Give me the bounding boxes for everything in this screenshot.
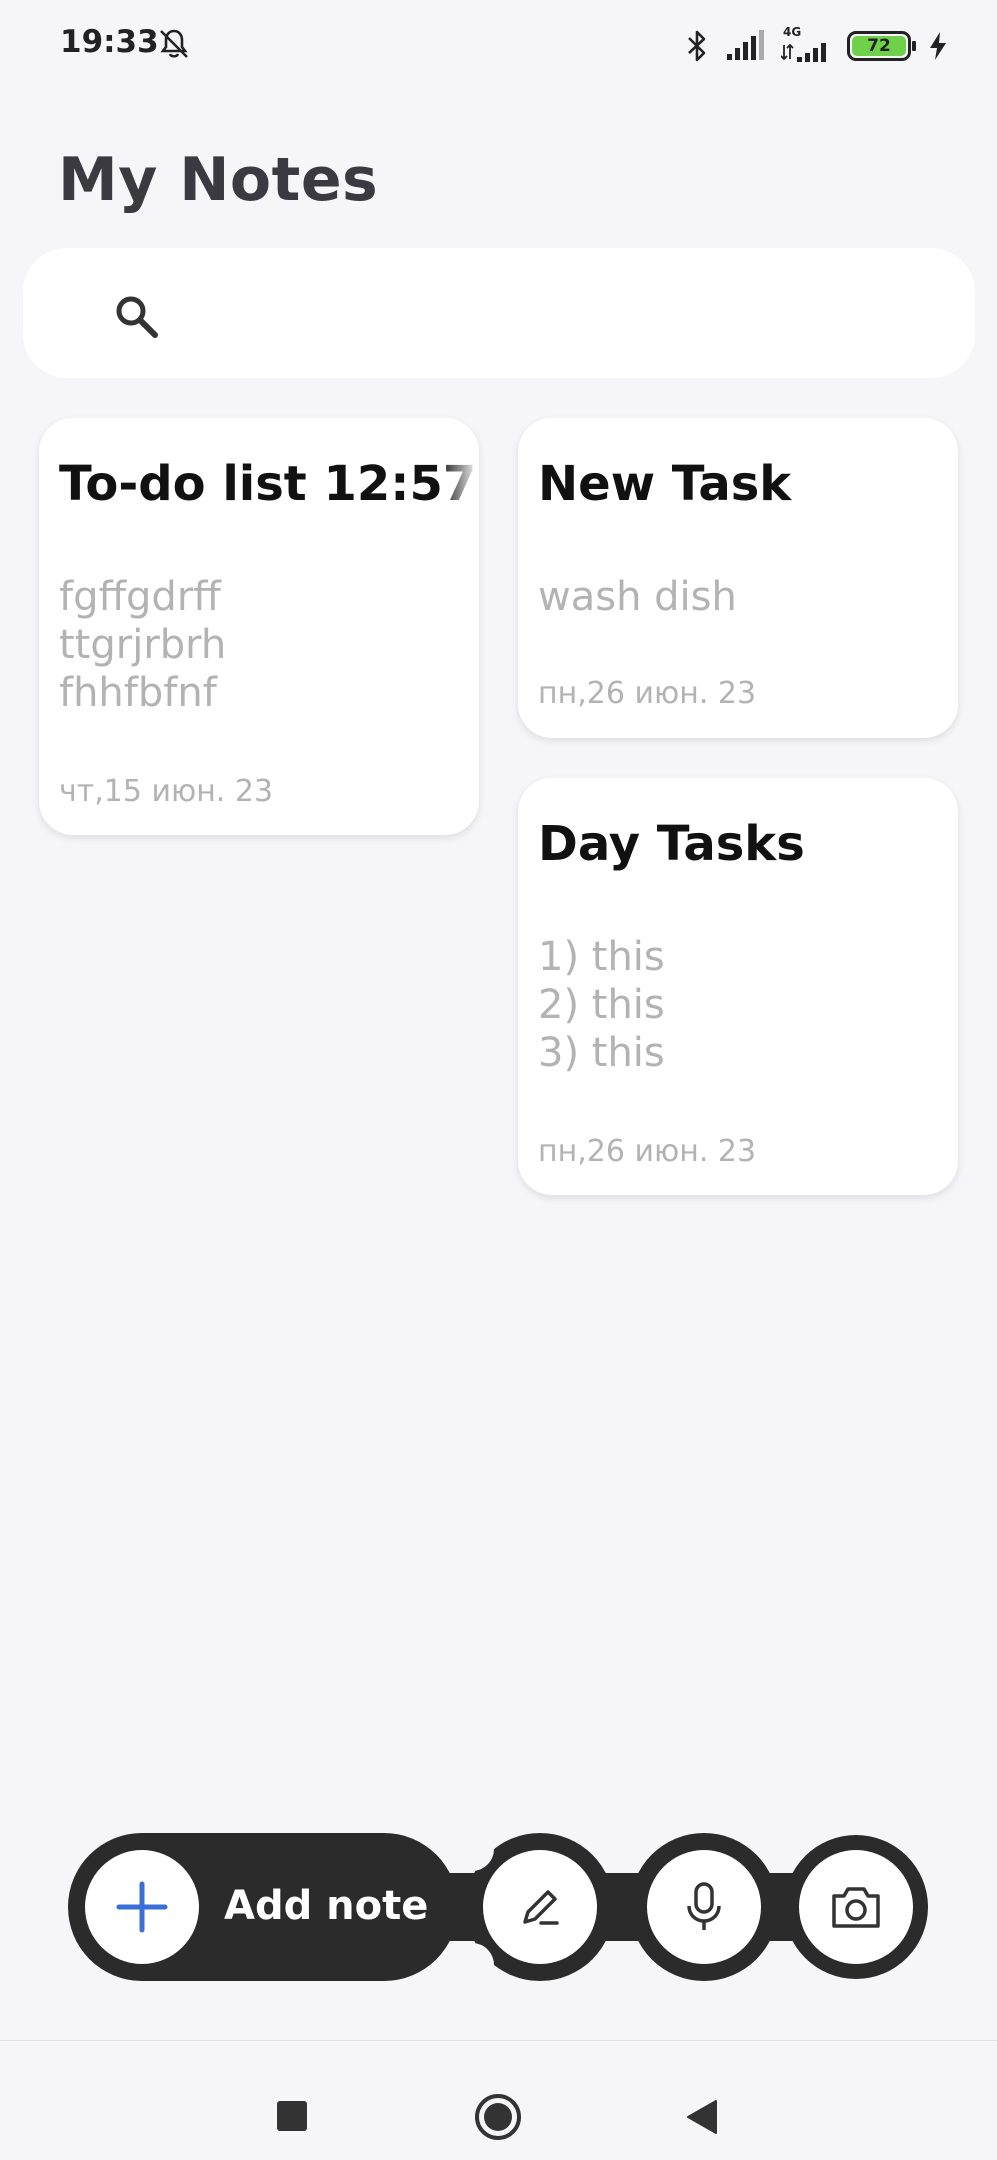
network-label: 4G bbox=[783, 25, 802, 39]
note-body-line: fgffgdrff bbox=[59, 574, 221, 620]
signal-4g-icon: 4G bbox=[781, 25, 831, 63]
camera-note-button[interactable] bbox=[799, 1850, 913, 1964]
page-title: My Notes bbox=[58, 145, 379, 215]
home-button[interactable] bbox=[475, 2094, 521, 2140]
note-body-line: fhhfbfnf bbox=[59, 670, 217, 716]
plus-icon bbox=[116, 1881, 168, 1933]
status-time: 19:33 bbox=[60, 24, 159, 60]
status-bar: 19:33 4G 72 bbox=[0, 0, 997, 90]
note-body: fgffgdrff ttgrjrbrh fhhfbfnf bbox=[59, 573, 226, 717]
note-body: wash dish bbox=[538, 573, 737, 621]
note-body-line: ttgrjrbrh bbox=[59, 622, 227, 668]
note-body-line: wash dish bbox=[538, 574, 737, 620]
note-title: New Task bbox=[538, 456, 792, 512]
recent-apps-button[interactable] bbox=[277, 2101, 307, 2131]
muted-bell-icon bbox=[160, 29, 188, 58]
system-navigation-bar bbox=[0, 2040, 997, 2160]
note-card[interactable]: New Task wash dish пн,26 июн. 23 bbox=[518, 418, 958, 738]
search-bar[interactable] bbox=[23, 248, 975, 378]
status-icons: 4G 72 bbox=[685, 25, 949, 66]
edit-note-button[interactable] bbox=[483, 1850, 597, 1964]
note-date: пн,26 июн. 23 bbox=[538, 1134, 757, 1169]
search-input[interactable] bbox=[183, 278, 943, 348]
microphone-icon bbox=[687, 1882, 721, 1930]
add-note-label[interactable]: Add note bbox=[224, 1883, 428, 1929]
bluetooth-icon bbox=[688, 30, 706, 62]
voice-note-button[interactable] bbox=[647, 1850, 761, 1964]
note-date: чт,15 июн. 23 bbox=[59, 774, 274, 809]
battery-icon: 72 bbox=[847, 31, 916, 61]
note-body-line: 2) this bbox=[538, 982, 665, 1028]
camera-icon bbox=[832, 1887, 880, 1928]
charging-icon bbox=[930, 32, 946, 60]
action-bar: Add note bbox=[68, 1833, 928, 1981]
note-title: Day Tasks bbox=[538, 816, 805, 872]
note-card[interactable]: Day Tasks 1) this 2) this 3) this пн,26 … bbox=[518, 778, 958, 1195]
back-button[interactable] bbox=[684, 2097, 720, 2137]
search-icon bbox=[116, 296, 158, 338]
notes-screen: 19:33 4G 72 My Notes To-do list 12:57: f… bbox=[0, 0, 997, 2160]
battery-level: 72 bbox=[852, 36, 906, 56]
note-body: 1) this 2) this 3) this bbox=[538, 933, 665, 1077]
note-body-line: 3) this bbox=[538, 1030, 665, 1076]
note-body-line: 1) this bbox=[538, 934, 665, 980]
note-date: пн,26 июн. 23 bbox=[538, 676, 757, 711]
note-title: To-do list 12:57: bbox=[59, 456, 479, 512]
note-card[interactable]: To-do list 12:57: fgffgdrff ttgrjrbrh fh… bbox=[39, 418, 479, 835]
add-note-button[interactable] bbox=[85, 1850, 199, 1964]
signal-icon bbox=[727, 30, 764, 60]
pencil-icon bbox=[523, 1890, 559, 1925]
